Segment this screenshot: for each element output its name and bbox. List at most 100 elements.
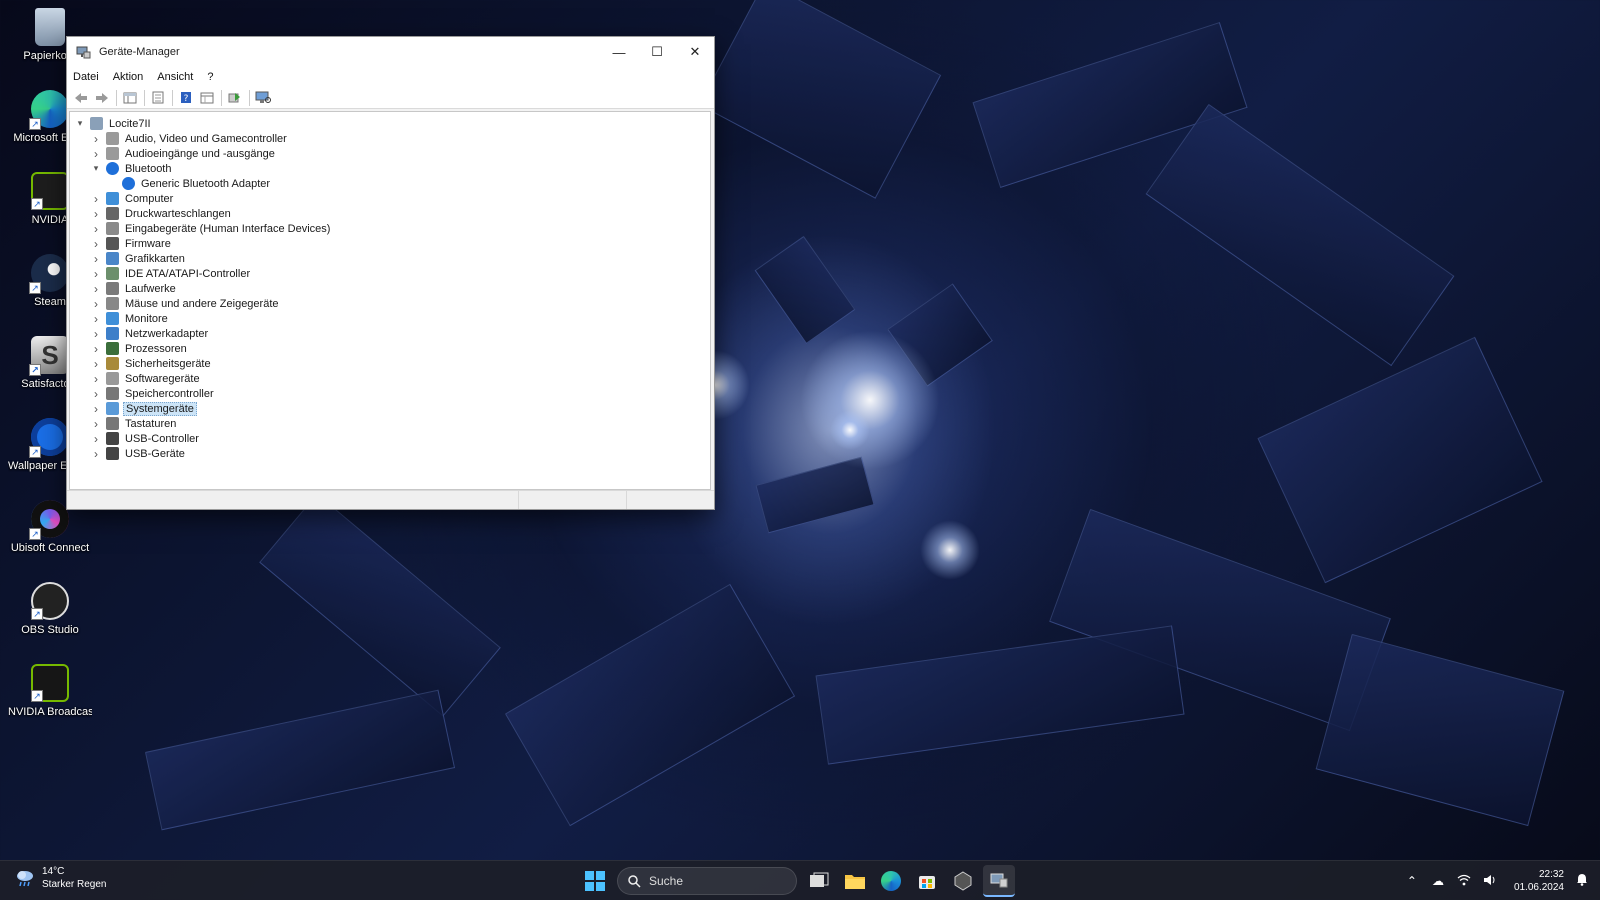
console-tree-icon [123, 92, 137, 103]
toolbar-separator [116, 89, 117, 106]
help-icon: ? [181, 92, 191, 104]
expand-chevron-icon[interactable]: › [90, 132, 102, 146]
expand-chevron-icon[interactable]: › [90, 342, 102, 356]
menubar: Datei Aktion Ansicht ? [67, 67, 714, 87]
tree-category[interactable]: › Laufwerke [70, 281, 710, 296]
tree-category[interactable]: › Audio, Video und Gamecontroller [70, 131, 710, 146]
tree-root[interactable]: ▾ Locite7II [70, 116, 710, 131]
expand-chevron-icon[interactable]: › [90, 327, 102, 341]
edge-taskbar-button[interactable] [875, 865, 907, 897]
forward-button[interactable] [92, 89, 112, 107]
help-button[interactable]: ? [176, 89, 196, 107]
menu-ansicht[interactable]: Ansicht [157, 71, 193, 83]
tree-category[interactable]: › Mäuse und andere Zeigegeräte [70, 296, 710, 311]
close-button[interactable]: ✕ [676, 37, 714, 67]
tree-category[interactable]: › Netzwerkadapter [70, 326, 710, 341]
expand-chevron-icon[interactable]: › [90, 192, 102, 206]
tree-category[interactable]: › Sicherheitsgeräte [70, 356, 710, 371]
clock[interactable]: 22:32 01.06.2024 [1514, 868, 1564, 894]
mouse-icon [106, 297, 119, 310]
tree-category[interactable]: › Monitore [70, 311, 710, 326]
tree-category[interactable]: ▾ Bluetooth [70, 161, 710, 176]
expand-chevron-icon[interactable]: › [90, 372, 102, 386]
expand-chevron-icon[interactable]: › [90, 432, 102, 446]
desktop-icon-obs[interactable]: ↗ OBS Studio [8, 582, 92, 636]
tree-category[interactable]: › USB-Geräte [70, 446, 710, 461]
task-view-button[interactable] [803, 865, 835, 897]
window-title: Geräte-Manager [99, 46, 180, 58]
tree-node-label: Softwaregeräte [125, 372, 200, 385]
menu-aktion[interactable]: Aktion [113, 71, 144, 83]
show-hide-tree-button[interactable] [120, 89, 140, 107]
status-bar [67, 490, 714, 509]
recycle-bin-icon [35, 8, 65, 46]
expand-chevron-icon[interactable]: › [90, 357, 102, 371]
expand-chevron-icon[interactable]: › [90, 282, 102, 296]
notification-bell-icon[interactable] [1574, 873, 1590, 889]
app-button[interactable] [947, 865, 979, 897]
back-arrow-icon [75, 92, 87, 103]
tree-category[interactable]: › Speichercontroller [70, 386, 710, 401]
expand-chevron-icon[interactable]: › [90, 387, 102, 401]
window-titlebar[interactable]: Geräte-Manager — ☐ ✕ [67, 37, 714, 67]
expand-chevron-icon[interactable]: › [90, 267, 102, 281]
update-driver-button[interactable] [225, 89, 245, 107]
collapse-chevron-icon[interactable]: ▾ [90, 163, 102, 175]
view-button[interactable] [197, 89, 217, 107]
tree-device[interactable]: Generic Bluetooth Adapter [70, 176, 710, 191]
tree-category[interactable]: › Eingabegeräte (Human Interface Devices) [70, 221, 710, 236]
tree-category[interactable]: › USB-Controller [70, 431, 710, 446]
show-hidden-icons-button[interactable]: ⌃ [1402, 874, 1422, 888]
expand-chevron-icon[interactable]: › [90, 222, 102, 236]
expand-chevron-icon[interactable]: › [90, 417, 102, 431]
tree-category[interactable]: › Firmware [70, 236, 710, 251]
tree-node-label: Laufwerke [125, 282, 176, 295]
desktop-icon-nvidia-broadcast[interactable]: ↗ NVIDIA Broadcast [8, 664, 92, 718]
wifi-icon[interactable] [1454, 874, 1474, 889]
menu-help[interactable]: ? [207, 71, 213, 83]
edge-icon: ↗ [29, 90, 69, 130]
minimize-button[interactable]: — [600, 37, 638, 67]
tree-category[interactable]: › Computer [70, 191, 710, 206]
properties-button[interactable] [148, 89, 168, 107]
cloud-offline-icon[interactable]: ☁ [1428, 874, 1448, 888]
weather-widget[interactable]: 14°C Starker Regen [14, 865, 106, 891]
tree-category[interactable]: › Softwaregeräte [70, 371, 710, 386]
bluetooth-icon [106, 162, 119, 175]
tree-node-label: Sicherheitsgeräte [125, 357, 211, 370]
file-explorer-button[interactable] [839, 865, 871, 897]
maximize-button[interactable]: ☐ [638, 37, 676, 67]
expand-chevron-icon[interactable]: › [90, 252, 102, 266]
expand-chevron-icon[interactable]: › [90, 147, 102, 161]
expand-chevron-icon[interactable]: › [90, 297, 102, 311]
expand-chevron-icon[interactable]: › [90, 237, 102, 251]
tree-node-label: Monitore [125, 312, 168, 325]
clock-time: 22:32 [1538, 869, 1564, 880]
tree-category[interactable]: › Prozessoren [70, 341, 710, 356]
tree-category[interactable]: › IDE ATA/ATAPI-Controller [70, 266, 710, 281]
taskbar-search[interactable]: Suche [617, 867, 797, 895]
tree-category[interactable]: › Tastaturen [70, 416, 710, 431]
printer-icon [106, 207, 119, 220]
rain-cloud-icon [17, 871, 33, 887]
usb-icon [106, 447, 119, 460]
tree-node-label: Systemgeräte [123, 401, 197, 416]
start-button[interactable] [579, 865, 611, 897]
store-button[interactable] [911, 865, 943, 897]
scan-hardware-button[interactable] [253, 89, 273, 107]
expand-chevron-icon[interactable]: › [90, 207, 102, 221]
expand-chevron-icon[interactable]: › [90, 402, 102, 416]
tree-category[interactable]: › Grafikkarten [70, 251, 710, 266]
computer-icon [90, 117, 103, 130]
back-button[interactable] [71, 89, 91, 107]
tree-category[interactable]: › Systemgeräte [70, 401, 710, 416]
expand-chevron-icon[interactable]: › [90, 447, 102, 461]
toolbar-separator [172, 89, 173, 106]
collapse-chevron-icon[interactable]: ▾ [74, 118, 86, 130]
tree-category[interactable]: › Druckwarteschlangen [70, 206, 710, 221]
tree-category[interactable]: › Audioeingänge und -ausgänge [70, 146, 710, 161]
volume-icon[interactable] [1480, 874, 1500, 889]
expand-chevron-icon[interactable]: › [90, 312, 102, 326]
menu-datei[interactable]: Datei [73, 71, 99, 83]
device-manager-taskbar-button[interactable] [983, 865, 1015, 897]
